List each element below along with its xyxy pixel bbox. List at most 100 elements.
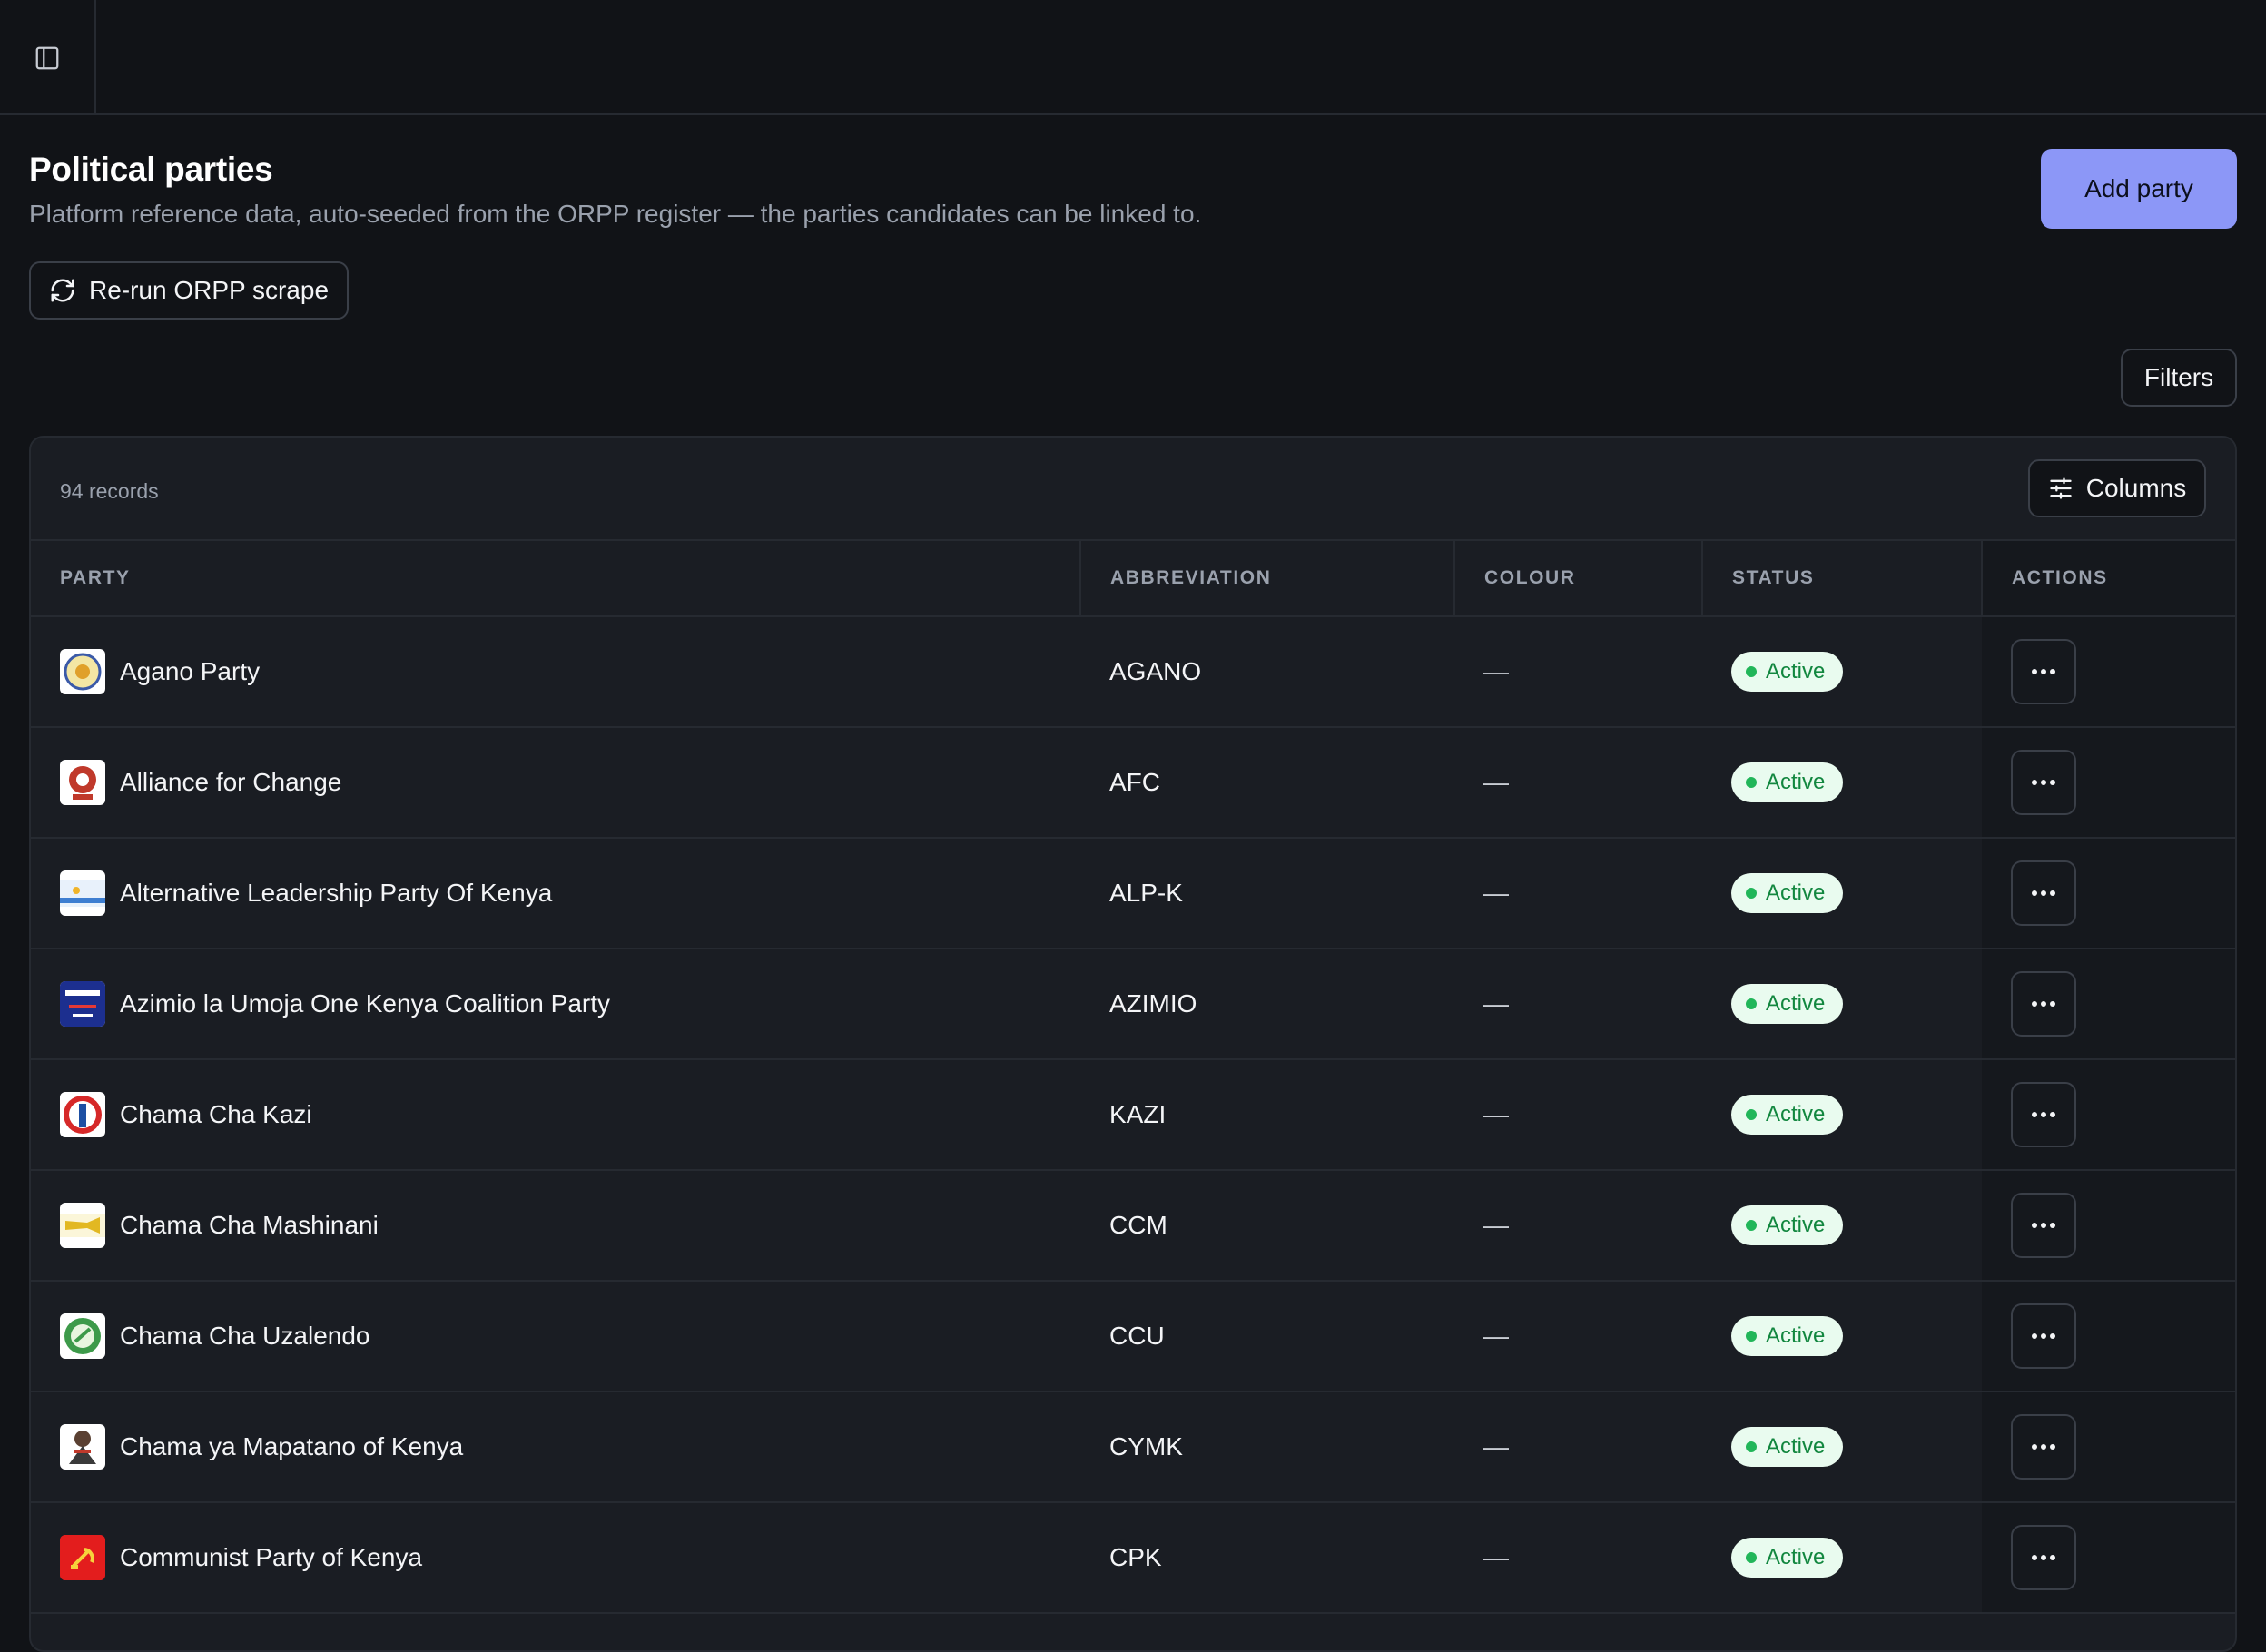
column-header-party[interactable]: PARTY	[31, 539, 1080, 617]
panel-left-icon	[35, 46, 59, 69]
party-name: Chama ya Mapatano of Kenya	[120, 1432, 464, 1460]
sidebar-toggle-button[interactable]	[0, 0, 96, 115]
more-horizontal-icon	[2032, 1112, 2055, 1117]
party-colour: —	[1483, 657, 1509, 685]
column-header-abbreviation[interactable]: ABBREVIATION	[1079, 539, 1454, 617]
party-abbreviation: CYMK	[1109, 1432, 1183, 1460]
row-actions-button[interactable]	[2011, 1303, 2076, 1369]
add-party-button[interactable]: Add party	[2041, 149, 2237, 229]
party-abbreviation: CPK	[1109, 1543, 1162, 1571]
status-label: Active	[1766, 1213, 1826, 1237]
table-row[interactable]: Alternative Leadership Party Of Kenya AL…	[31, 838, 2235, 949]
more-horizontal-icon	[2032, 1223, 2055, 1228]
top-bar	[0, 0, 2266, 115]
party-logo	[60, 1203, 105, 1248]
more-horizontal-icon	[2032, 669, 2055, 674]
status-dot	[1746, 1331, 1757, 1342]
table-row[interactable]: Azimio la Umoja One Kenya Coalition Part…	[31, 949, 2235, 1059]
party-abbreviation: AGANO	[1109, 657, 1202, 685]
status-label: Active	[1766, 991, 1826, 1016]
status-badge: Active	[1731, 652, 1844, 692]
status-dot	[1746, 1220, 1757, 1231]
party-abbreviation: CCM	[1109, 1211, 1167, 1239]
party-logo	[60, 760, 105, 805]
party-abbreviation: CCU	[1109, 1322, 1165, 1350]
table-row[interactable]: Chama Cha Kazi KAZI — Active	[31, 1059, 2235, 1170]
row-actions-button[interactable]	[2011, 1525, 2076, 1590]
status-badge: Active	[1731, 1205, 1844, 1245]
status-dot	[1746, 666, 1757, 677]
table-row[interactable]: Agano Party AGANO — Active	[31, 616, 2235, 727]
party-colour: —	[1483, 989, 1509, 1018]
party-colour: —	[1483, 1432, 1509, 1460]
status-label: Active	[1766, 880, 1826, 905]
parties-table-card: 94 records Columns PARTY ABBREVIATION CO…	[29, 436, 2237, 1652]
row-actions-button[interactable]	[2011, 1193, 2076, 1258]
status-badge: Active	[1731, 1538, 1844, 1578]
row-actions-button[interactable]	[2011, 1082, 2076, 1147]
status-badge: Active	[1731, 873, 1844, 913]
more-horizontal-icon	[2032, 780, 2055, 785]
status-dot	[1746, 888, 1757, 899]
party-abbreviation: KAZI	[1109, 1100, 1167, 1128]
table-row[interactable]: Communist Party of Kenya CPK — Active	[31, 1502, 2235, 1613]
status-label: Active	[1766, 659, 1826, 683]
table-row[interactable]: Chama Cha Mashinani CCM — Active	[31, 1170, 2235, 1281]
table-row[interactable]: Chama ya Mapatano of Kenya CYMK — Active	[31, 1391, 2235, 1502]
row-actions-button[interactable]	[2011, 1414, 2076, 1480]
party-colour: —	[1483, 1100, 1509, 1128]
refresh-icon	[51, 279, 74, 302]
party-name: Chama Cha Uzalendo	[120, 1322, 370, 1350]
table-row[interactable]: Alliance for Change AFC — Active	[31, 727, 2235, 838]
party-name: Agano Party	[120, 657, 261, 685]
status-badge: Active	[1731, 1095, 1844, 1135]
row-actions-button[interactable]	[2011, 860, 2076, 926]
status-dot	[1746, 777, 1757, 788]
page-subtitle: Platform reference data, auto-seeded fro…	[29, 200, 1202, 228]
party-name: Chama Cha Mashinani	[120, 1211, 379, 1239]
party-colour: —	[1483, 1211, 1509, 1239]
parties-table: PARTY ABBREVIATION COLOUR STATUS ACTIONS…	[31, 539, 2235, 1614]
status-dot	[1746, 1109, 1757, 1120]
party-name: Alternative Leadership Party Of Kenya	[120, 879, 553, 907]
party-colour: —	[1483, 879, 1509, 907]
status-badge: Active	[1731, 984, 1844, 1024]
party-colour: —	[1483, 1543, 1509, 1571]
columns-label: Columns	[2085, 474, 2187, 502]
more-horizontal-icon	[2032, 1444, 2055, 1450]
party-logo	[60, 1313, 105, 1359]
status-label: Active	[1766, 1102, 1826, 1126]
column-header-actions: ACTIONS	[1981, 539, 2235, 617]
rerun-scrape-button[interactable]: Re-run ORPP scrape	[29, 261, 349, 320]
row-actions-button[interactable]	[2011, 750, 2076, 815]
status-dot	[1746, 1552, 1757, 1563]
party-name: Communist Party of Kenya	[120, 1543, 423, 1571]
columns-button[interactable]: Columns	[2028, 459, 2206, 517]
more-horizontal-icon	[2032, 1333, 2055, 1339]
more-horizontal-icon	[2032, 890, 2055, 896]
party-logo	[60, 870, 105, 916]
party-abbreviation: AZIMIO	[1109, 989, 1197, 1018]
status-dot	[1746, 998, 1757, 1009]
party-logo	[60, 1535, 105, 1580]
party-colour: —	[1483, 1322, 1509, 1350]
records-count: 94 records	[60, 479, 159, 503]
row-actions-button[interactable]	[2011, 639, 2076, 704]
more-horizontal-icon	[2032, 1001, 2055, 1007]
column-header-status[interactable]: STATUS	[1701, 539, 1982, 617]
party-logo	[60, 649, 105, 694]
party-name: Chama Cha Kazi	[120, 1100, 312, 1128]
status-label: Active	[1766, 1434, 1826, 1459]
status-dot	[1746, 1441, 1757, 1452]
party-name: Azimio la Umoja One Kenya Coalition Part…	[120, 989, 611, 1018]
party-colour: —	[1483, 768, 1509, 796]
sliders-icon	[2050, 477, 2072, 499]
party-abbreviation: ALP-K	[1109, 879, 1183, 907]
party-logo	[60, 1424, 105, 1470]
status-badge: Active	[1731, 1427, 1844, 1467]
table-row[interactable]: Chama Cha Uzalendo CCU — Active	[31, 1281, 2235, 1391]
filters-button[interactable]: Filters	[2121, 349, 2237, 407]
row-actions-button[interactable]	[2011, 971, 2076, 1037]
party-abbreviation: AFC	[1109, 768, 1160, 796]
column-header-colour[interactable]: COLOUR	[1453, 539, 1702, 617]
